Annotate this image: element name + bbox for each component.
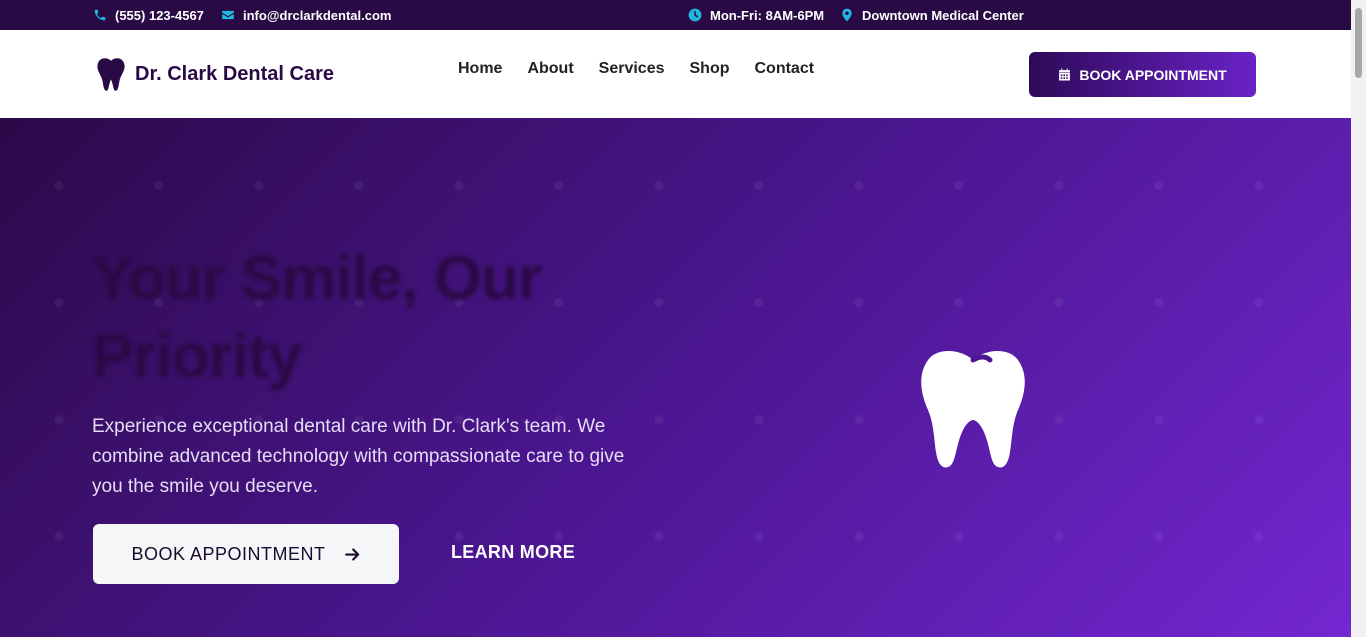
envelope-icon <box>222 10 234 20</box>
phone-contact[interactable]: (555) 123-4567 <box>93 0 204 30</box>
hero-book-appointment-button[interactable]: BOOK APPOINTMENT <box>93 524 399 584</box>
nav-shop[interactable]: Shop <box>690 60 730 78</box>
email-address: info@drclarkdental.com <box>243 7 392 23</box>
arrow-right-icon <box>344 547 359 561</box>
tooth-logo-icon <box>97 58 125 91</box>
site-header: Dr. Clark Dental Care Home About Service… <box>0 30 1351 118</box>
learn-more-link[interactable]: LEARN MORE <box>451 542 575 563</box>
nav-services[interactable]: Services <box>599 60 665 78</box>
hero-book-label: BOOK APPOINTMENT <box>131 543 326 564</box>
scrollbar-thumb[interactable] <box>1355 8 1362 78</box>
tooth-icon <box>921 350 1025 468</box>
phone-number: (555) 123-4567 <box>115 7 204 23</box>
nav-home[interactable]: Home <box>458 60 502 78</box>
clock-icon <box>688 8 702 22</box>
hero-section: Your Smile, Our Priority Experience exce… <box>0 118 1351 637</box>
vertical-scrollbar[interactable] <box>1351 0 1366 637</box>
hours-text: Mon-Fri: 8AM-6PM <box>710 7 825 23</box>
brand-logo[interactable]: Dr. Clark Dental Care <box>96 56 334 92</box>
office-location: Downtown Medical Center <box>840 0 1024 30</box>
office-hours: Mon-Fri: 8AM-6PM <box>688 0 824 30</box>
email-contact[interactable]: info@drclarkdental.com <box>221 0 391 30</box>
location-text: Downtown Medical Center <box>862 7 1024 23</box>
nav-about[interactable]: About <box>527 60 573 78</box>
header-book-appointment-button[interactable]: BOOK APPOINTMENT <box>1029 52 1256 97</box>
phone-icon <box>94 9 106 21</box>
hero-title: Your Smile, Our Priority <box>92 244 542 391</box>
top-contact-bar: (555) 123-4567 info@drclarkdental.com Mo… <box>0 0 1351 30</box>
header-book-label: BOOK APPOINTMENT <box>1079 66 1227 83</box>
main-nav: Home About Services Shop Contact <box>458 60 814 78</box>
calendar-icon <box>1059 68 1071 81</box>
nav-contact[interactable]: Contact <box>755 60 815 78</box>
map-pin-icon <box>842 8 852 22</box>
hero-description: Experience exceptional dental care with … <box>92 416 625 497</box>
brand-name: Dr. Clark Dental Care <box>135 62 334 85</box>
